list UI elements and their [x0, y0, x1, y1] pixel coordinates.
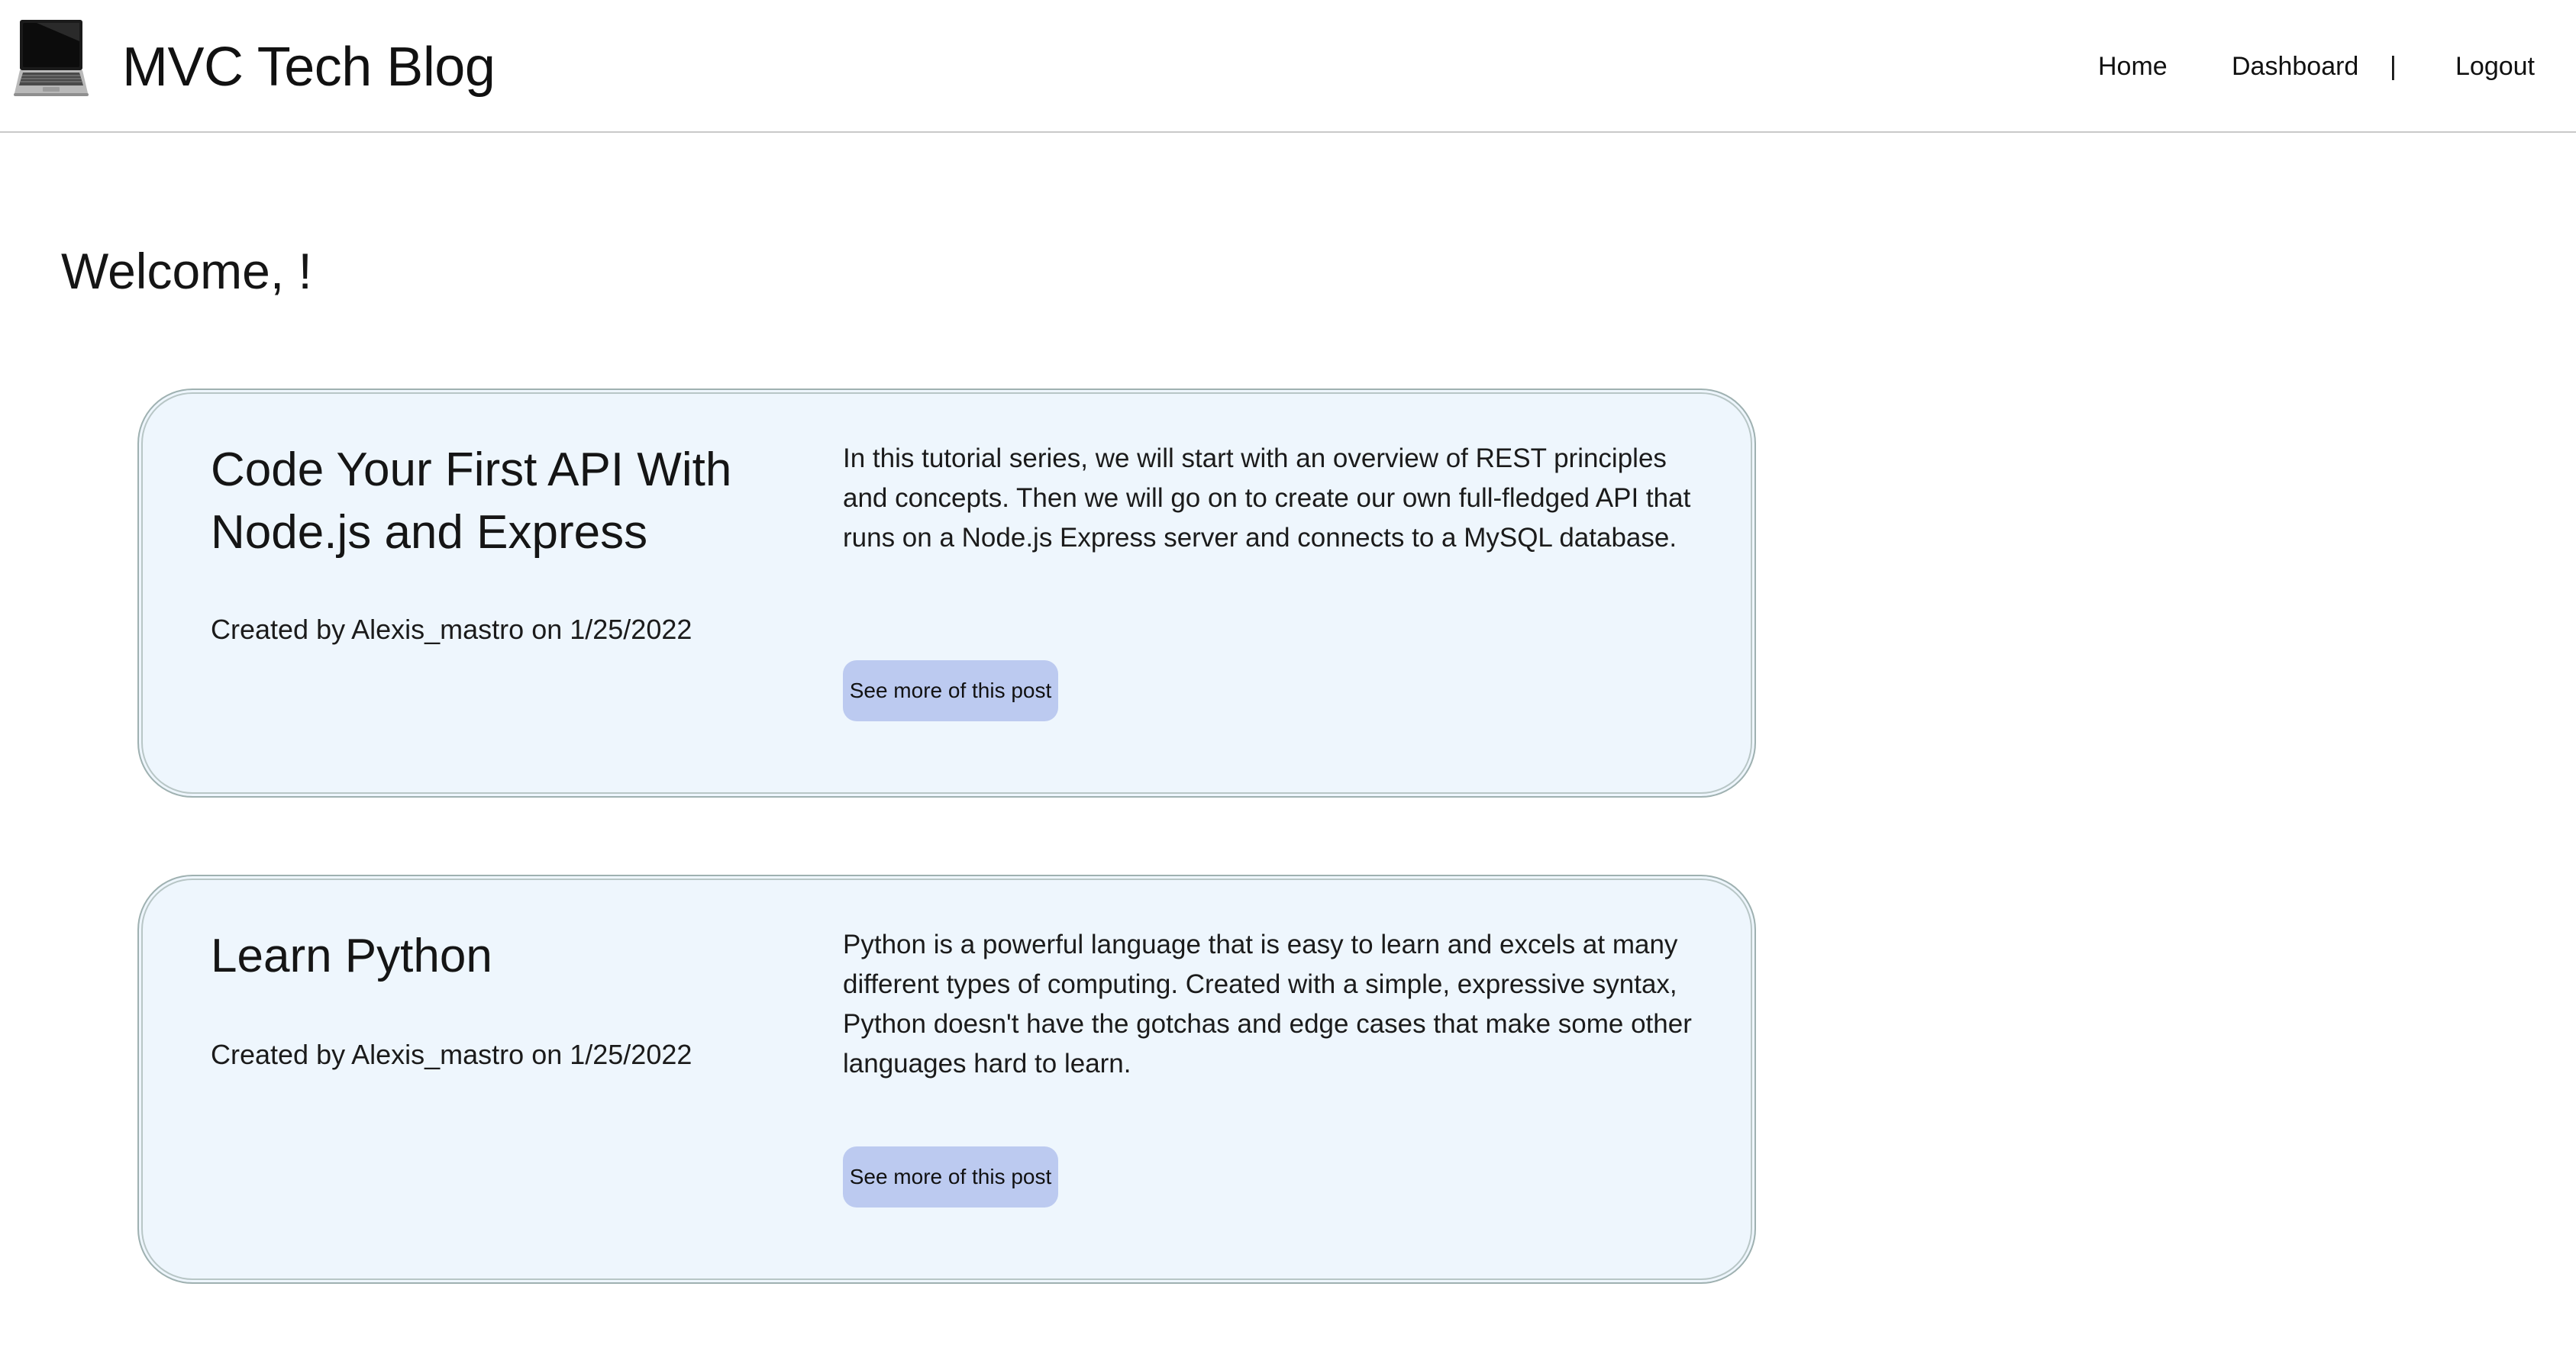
post-title: Code Your First API With Node.js and Exp…	[211, 443, 732, 559]
post-excerpt: Python is a powerful language that is ea…	[843, 930, 1692, 1079]
post-card: Code Your First API With Node.js and Exp…	[137, 389, 1756, 798]
post-card: Learn Python Created by Alexis_mastro on…	[137, 875, 1756, 1284]
welcome-heading: Welcome, !	[61, 243, 312, 299]
post-meta: Created by Alexis_mastro on 1/25/2022	[211, 614, 692, 645]
post-meta: Created by Alexis_mastro on 1/25/2022	[211, 1039, 692, 1070]
nav-logout-link[interactable]: Logout	[2455, 49, 2535, 84]
site-header: MVC Tech Blog Home Dashboard | Logout	[0, 0, 2576, 133]
nav-home-link[interactable]: Home	[2098, 49, 2168, 84]
post-excerpt: In this tutorial series, we will start w…	[843, 443, 1691, 553]
nav-dashboard-link[interactable]: Dashboard	[2232, 49, 2358, 84]
see-more-button[interactable]: See more of this post	[843, 660, 1058, 721]
main-nav: Home Dashboard | Logout	[0, 0, 2576, 133]
nav-separator: |	[2390, 52, 2397, 81]
post-title: Learn Python	[211, 930, 492, 982]
see-more-button[interactable]: See more of this post	[843, 1146, 1058, 1208]
